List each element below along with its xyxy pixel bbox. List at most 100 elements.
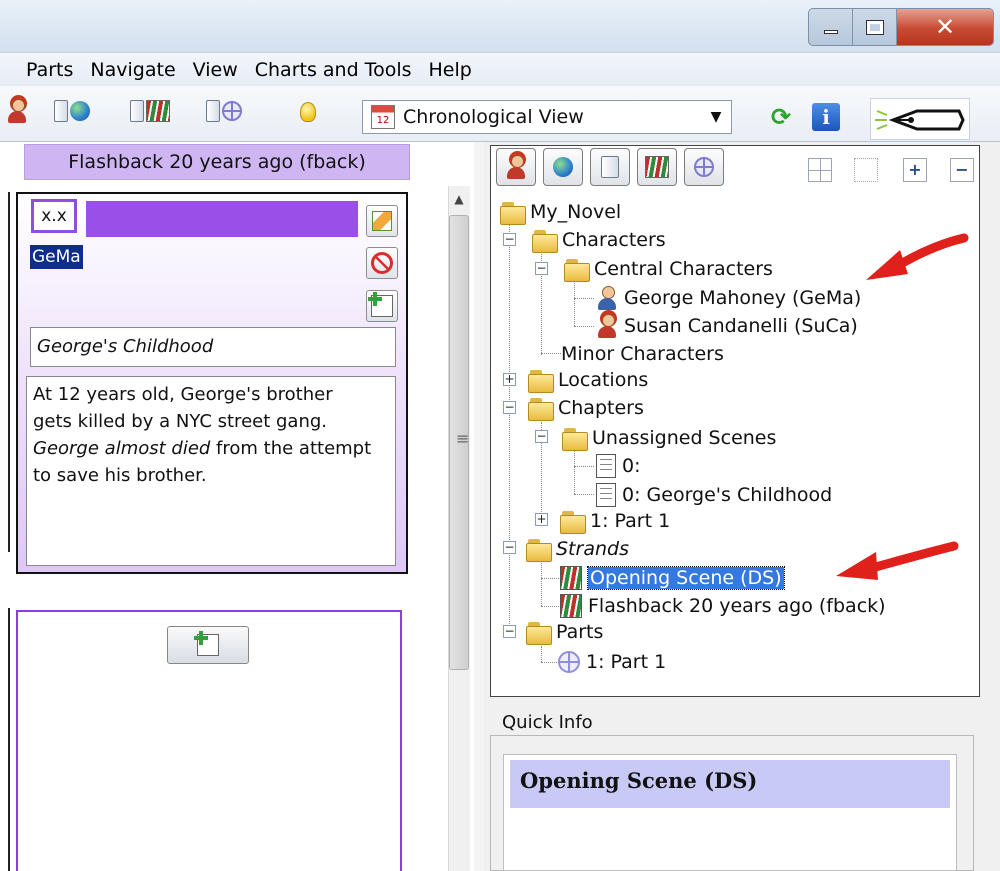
toolbar-idea-button[interactable] (300, 97, 316, 127)
tree-node-parts[interactable]: Parts (526, 618, 603, 646)
splitter-grip-icon[interactable]: ≡ (456, 430, 469, 448)
red-arrow-annotation (866, 233, 969, 280)
description-italic: George almost died (33, 438, 211, 459)
red-arrow-annotation (836, 541, 959, 580)
tree-connector (574, 280, 575, 326)
grid-view-icon[interactable] (808, 158, 832, 182)
tab-parts[interactable] (684, 148, 724, 186)
expand-all-icon[interactable]: + (903, 158, 927, 182)
tab-scenes[interactable] (590, 148, 630, 186)
scroll-up-icon[interactable]: ▲ (452, 192, 466, 206)
close-icon: ✕ (934, 13, 956, 41)
collapse-toggle-characters[interactable]: − (503, 233, 516, 246)
scene-title-field[interactable]: George's Childhood (30, 327, 396, 367)
view-select[interactable]: 12 Chronological View ▼ (362, 100, 732, 134)
menu-view[interactable]: View (193, 59, 238, 81)
add-scene-button[interactable] (366, 290, 398, 322)
collapse-toggle-chapters[interactable]: − (503, 401, 516, 414)
tree-node-label: 1: Part 1 (590, 510, 671, 532)
edit-scene-button[interactable] (366, 205, 398, 237)
female-character-icon (596, 313, 618, 339)
tree-node-root[interactable]: My_Novel (500, 198, 621, 226)
tree-node-label: George Mahoney (GeMa) (624, 287, 862, 309)
panel-splitter[interactable] (474, 142, 484, 871)
tree-node-strands[interactable]: Strands (526, 535, 629, 563)
strand-icon (146, 100, 170, 122)
folder-icon (526, 537, 552, 562)
info-icon[interactable]: i (812, 103, 840, 131)
menu-parts[interactable]: Parts (26, 59, 73, 81)
expand-toggle-locations[interactable]: + (503, 373, 516, 386)
expand-toggle-part-1[interactable]: + (535, 513, 548, 526)
toolbar-locations-button[interactable] (54, 96, 90, 126)
collapse-toggle-parts[interactable]: − (503, 625, 516, 638)
part-icon (558, 651, 580, 673)
tree-node-locations[interactable]: Locations (528, 366, 648, 394)
tree-node-unassigned-scenes[interactable]: Unassigned Scenes (562, 424, 776, 452)
close-button[interactable]: ✕ (897, 9, 993, 45)
tree-node-label: Minor Characters (561, 343, 724, 365)
view-select-value: Chronological View (403, 106, 584, 128)
tree-connector (541, 646, 542, 662)
tree-node-scene-0[interactable]: 0: (596, 452, 641, 480)
tree-node-strand-flashback[interactable]: Flashback 20 years ago (fback) (560, 592, 886, 620)
delete-scene-button[interactable] (366, 247, 398, 279)
calendar-icon: 12 (371, 105, 395, 129)
tree-node-label: Characters (562, 229, 666, 251)
tab-locations[interactable] (543, 148, 583, 186)
menu-navigate[interactable]: Navigate (90, 59, 175, 81)
tab-characters[interactable] (496, 148, 536, 186)
tree-node-label: Chapters (558, 397, 644, 419)
collapse-toggle-unassigned-scenes[interactable]: − (535, 430, 548, 443)
scene-number[interactable]: x.x (31, 199, 77, 233)
minimize-button[interactable] (809, 9, 853, 45)
collapse-toggle-strands[interactable]: − (503, 541, 516, 554)
tree-connector (574, 450, 575, 494)
maximize-button[interactable] (853, 9, 897, 45)
tree-node-scene-georges-childhood[interactable]: 0: George's Childhood (596, 481, 832, 509)
chevron-down-icon[interactable]: ▼ (701, 109, 731, 125)
folder-icon (532, 228, 558, 253)
add-document-icon (368, 292, 393, 317)
toolbar-strands-button[interactable] (130, 96, 170, 126)
folder-icon (560, 509, 586, 534)
tree-node-character-susan[interactable]: Susan Candanelli (SuCa) (596, 312, 858, 340)
tree-connector (574, 466, 594, 467)
tree-connector (541, 662, 559, 663)
menu-charts-and-tools[interactable]: Charts and Tools (255, 59, 412, 81)
folder-icon (562, 426, 588, 451)
collapse-all-icon[interactable]: − (950, 158, 974, 182)
grid-dotted-icon[interactable] (854, 158, 878, 182)
folder-icon (500, 200, 526, 225)
tree-connector (509, 222, 510, 632)
tab-strands[interactable] (637, 148, 677, 186)
tree-node-minor-characters[interactable]: Minor Characters (555, 340, 724, 368)
tree-node-label: Unassigned Scenes (592, 427, 777, 449)
tree-node-label: Strands (556, 538, 629, 560)
scene-description-field[interactable]: At 12 years old, George's brother gets k… (26, 376, 396, 566)
delete-icon (371, 252, 393, 274)
tree-node-character-george[interactable]: George Mahoney (GeMa) (596, 284, 861, 312)
collapse-toggle-central-characters[interactable]: − (535, 262, 548, 275)
tree-node-label: Parts (556, 621, 604, 643)
tree-node-part-1[interactable]: 1: Part 1 (558, 648, 666, 676)
strand-header: Flashback 20 years ago (fback) (24, 144, 410, 180)
toolbar-character-button[interactable] (6, 96, 28, 126)
tree-node-label: 1: Part 1 (586, 651, 667, 673)
part-icon (694, 157, 714, 177)
tree-node-characters[interactable]: Characters (532, 226, 666, 254)
description-line: to save his brother. (33, 465, 207, 486)
quick-info-label: Quick Info (502, 712, 593, 733)
character-tag[interactable]: GeMa (30, 245, 83, 269)
refresh-icon[interactable]: ⟳ (768, 104, 794, 130)
globe-icon (70, 101, 90, 121)
tree-node-strand-opening-scene[interactable]: Opening Scene (DS) (560, 564, 785, 592)
add-new-scene-button[interactable] (167, 626, 249, 664)
tree-node-chapter-part-1[interactable]: 1: Part 1 (560, 507, 670, 535)
toolbar-parts-button[interactable] (206, 96, 242, 126)
menu-help[interactable]: Help (429, 59, 472, 81)
tree-connector (574, 298, 594, 299)
tree-node-central-characters[interactable]: Central Characters (564, 255, 773, 283)
tree-connector (574, 326, 594, 327)
tree-node-chapters[interactable]: Chapters (528, 394, 644, 422)
